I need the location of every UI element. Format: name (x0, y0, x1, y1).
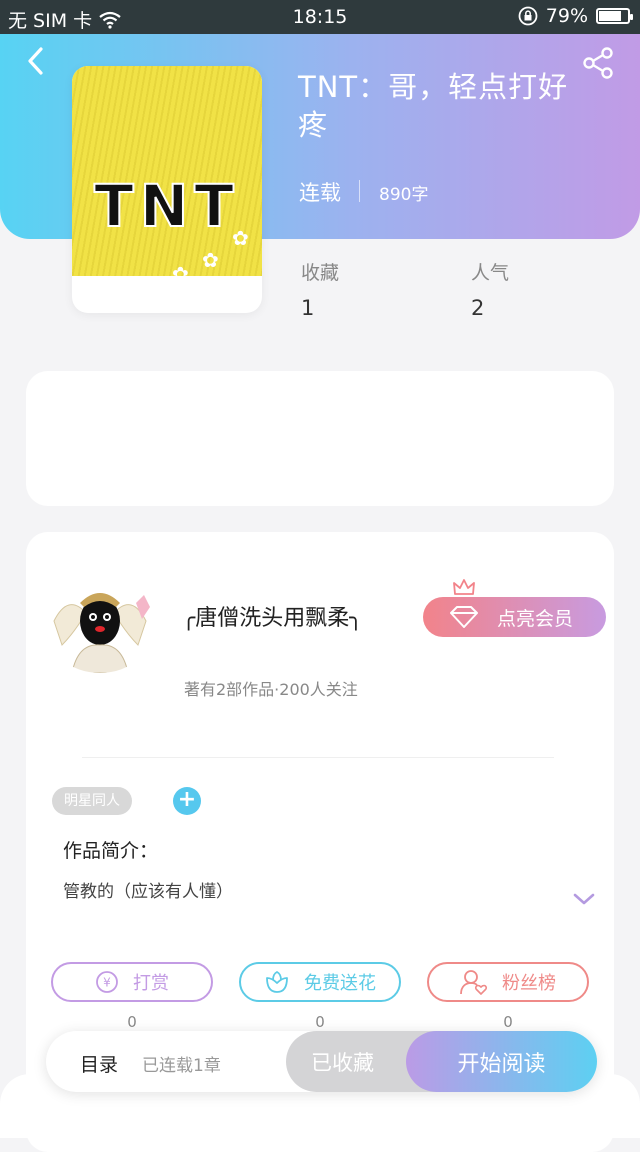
reward-count: 0 (127, 1013, 137, 1031)
chapter-count[interactable]: 已连载1章 (142, 1051, 221, 1076)
fans-ranking-label: 粉丝榜 (502, 973, 556, 994)
stat-label-favorites: 收藏 (301, 262, 340, 284)
book-cover[interactable]: TNT ✿ ✿ ✿ (72, 66, 262, 313)
diamond-icon (450, 606, 478, 628)
reward-button[interactable]: ¥ 打赏 (51, 962, 213, 1002)
meta-divider (359, 180, 360, 202)
rotation-lock-icon (518, 6, 538, 26)
chevron-down-icon[interactable] (572, 892, 596, 906)
intro-text: 管教的（应该有人懂） (63, 882, 233, 902)
author-avatar[interactable] (44, 573, 156, 673)
status-bar: 无 SIM 卡 18:15 79% (0, 0, 640, 34)
battery-fill (599, 11, 622, 21)
blank-card (26, 371, 614, 506)
avatar-image (44, 573, 156, 673)
book-word-count: 890字 (379, 185, 429, 205)
free-flower-label: 免费送花 (304, 973, 376, 994)
battery-icon (596, 8, 633, 24)
fans-icon (460, 970, 488, 995)
section-divider (82, 757, 554, 758)
yen-icon: ¥ (96, 971, 118, 993)
battery-percent: 79% (545, 5, 588, 27)
stat-label-popularity: 人气 (471, 262, 510, 284)
toc-button[interactable]: 目录 (80, 1050, 118, 1077)
reward-label: 打赏 (133, 973, 169, 994)
start-reading-button[interactable]: 开始阅读 (406, 1031, 597, 1092)
fans-ranking-button[interactable]: 粉丝榜 (427, 962, 589, 1002)
back-icon[interactable] (22, 46, 52, 76)
vip-button[interactable]: 点亮会员 (423, 597, 606, 637)
svg-text:¥: ¥ (103, 976, 111, 990)
collected-label: 已收藏 (311, 1050, 374, 1075)
vip-button-label: 点亮会员 (497, 607, 574, 630)
tag-pill[interactable]: 明星同人 (52, 787, 132, 815)
flower-decoration-icon: ✿ (172, 262, 189, 286)
flower-decoration-icon: ✿ (202, 248, 219, 272)
stat-value-favorites: 1 (301, 296, 315, 320)
flower-icon (266, 970, 288, 993)
intro-label: 作品简介： (63, 840, 159, 862)
start-reading-label: 开始阅读 (457, 1051, 546, 1077)
free-flower-button[interactable]: 免费送花 (239, 962, 401, 1002)
author-meta: 著有2部作品·200人关注 (184, 680, 358, 699)
crown-icon (453, 579, 475, 595)
stat-value-popularity: 2 (471, 296, 485, 320)
free-flower-count: 0 (315, 1013, 325, 1031)
fans-ranking-count: 0 (503, 1013, 513, 1031)
book-status: 连载 (299, 181, 341, 205)
add-tag-button[interactable]: + (173, 787, 201, 815)
author-name[interactable]: ╭唐僧洗头用飘柔╮ (182, 600, 363, 632)
flower-decoration-icon: ✿ (232, 226, 249, 250)
status-right: 79% (518, 5, 633, 27)
book-title: TNT：哥，轻点打好疼 (298, 70, 569, 142)
